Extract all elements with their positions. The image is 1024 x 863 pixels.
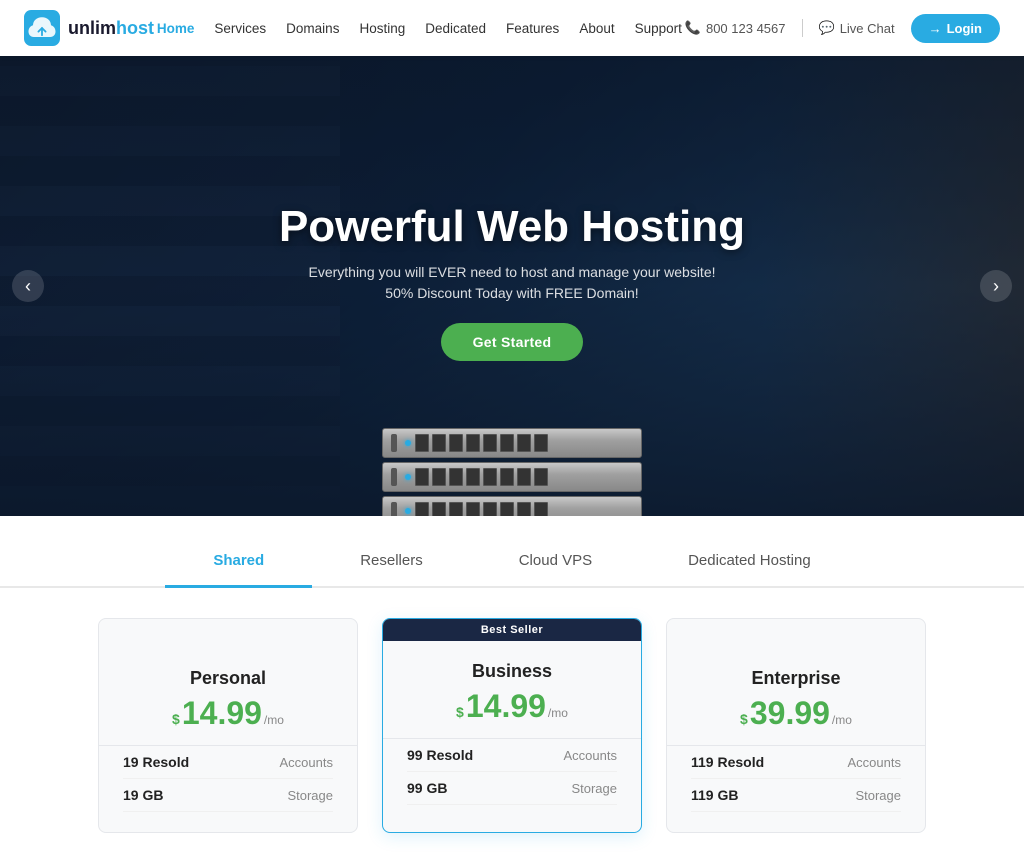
feature-row-enterprise-storage: 119 GB Storage xyxy=(691,779,901,812)
nav-dedicated[interactable]: Dedicated xyxy=(425,21,486,36)
server-unit-1 xyxy=(382,428,642,458)
card-price-personal: $ 14.99 /mo xyxy=(123,697,333,729)
arrow-left-icon: ‹ xyxy=(25,276,31,297)
logo-text: unlimhost xyxy=(68,18,154,39)
server-led-3 xyxy=(405,508,411,514)
price-amount-enterprise: 39.99 xyxy=(750,697,830,729)
card-body-business: Business $ 14.99 /mo 99 Resold Accounts … xyxy=(383,641,641,805)
feature-label-personal-accounts: Accounts xyxy=(280,755,333,770)
card-title-business: Business xyxy=(407,661,617,682)
nav-domains[interactable]: Domains xyxy=(286,21,339,36)
feature-label-enterprise-accounts: Accounts xyxy=(848,755,901,770)
server-bays-3 xyxy=(415,502,633,516)
tab-dedicated-hosting[interactable]: Dedicated Hosting xyxy=(640,536,859,588)
nav-hosting[interactable]: Hosting xyxy=(359,21,405,36)
header-divider xyxy=(802,19,803,37)
card-price-business: $ 14.99 /mo xyxy=(407,690,617,722)
server-bays-1 xyxy=(415,434,633,452)
hero-section: ‹ Powerful Web Hosting Everything you wi… xyxy=(0,56,1024,516)
feature-value-business-accounts: 99 Resold xyxy=(407,747,473,763)
nav-services[interactable]: Services xyxy=(214,21,266,36)
chat-icon: 💬 xyxy=(819,20,835,36)
pricing-card-business: Best Seller Business $ 14.99 /mo 99 Reso… xyxy=(382,618,642,833)
login-icon: → xyxy=(929,21,942,36)
nav-features[interactable]: Features xyxy=(506,21,559,36)
price-period-business: /mo xyxy=(548,706,568,720)
carousel-prev-button[interactable]: ‹ xyxy=(12,270,44,302)
pricing-card-enterprise: Enterprise $ 39.99 /mo 119 Resold Accoun… xyxy=(666,618,926,833)
card-spacer-enterprise xyxy=(667,619,925,648)
header: unlimhost Home Services Domains Hosting … xyxy=(0,0,1024,56)
feature-row-enterprise-accounts: 119 Resold Accounts xyxy=(691,746,901,779)
header-right: 📞 800 123 4567 💬 Live Chat → Login xyxy=(685,14,1000,43)
feature-row-personal-storage: 19 GB Storage xyxy=(123,779,333,812)
nav-about[interactable]: About xyxy=(579,21,614,36)
tab-cloud-vps[interactable]: Cloud VPS xyxy=(471,536,640,588)
price-amount-business: 14.99 xyxy=(466,690,546,722)
price-dollar-enterprise: $ xyxy=(740,711,748,727)
nav-support[interactable]: Support xyxy=(635,21,682,36)
server-led-1 xyxy=(405,440,411,446)
feature-value-personal-storage: 19 GB xyxy=(123,787,163,803)
feature-row-business-storage: 99 GB Storage xyxy=(407,772,617,805)
tab-resellers[interactable]: Resellers xyxy=(312,536,471,588)
pricing-card-personal: Personal $ 14.99 /mo 19 Resold Accounts … xyxy=(98,618,358,833)
server-unit-3 xyxy=(382,496,642,516)
logo-icon xyxy=(24,10,60,46)
feature-label-personal-storage: Storage xyxy=(287,788,333,803)
card-price-enterprise: $ 39.99 /mo xyxy=(691,697,901,729)
price-period-personal: /mo xyxy=(264,713,284,727)
hero-subtitle: Everything you will EVER need to host an… xyxy=(279,264,745,280)
server-unit-2 xyxy=(382,462,642,492)
pricing-section: Personal $ 14.99 /mo 19 Resold Accounts … xyxy=(0,588,1024,863)
server-led-2 xyxy=(405,474,411,480)
main-nav: Home Services Domains Hosting Dedicated … xyxy=(157,21,682,36)
hero-content: Powerful Web Hosting Everything you will… xyxy=(279,202,745,361)
card-title-enterprise: Enterprise xyxy=(691,668,901,689)
arrow-right-icon: › xyxy=(993,276,999,297)
price-amount-personal: 14.99 xyxy=(182,697,262,729)
get-started-button[interactable]: Get Started xyxy=(441,323,584,361)
card-body-enterprise: Enterprise $ 39.99 /mo 119 Resold Accoun… xyxy=(667,648,925,812)
price-period-enterprise: /mo xyxy=(832,713,852,727)
pricing-grid: Personal $ 14.99 /mo 19 Resold Accounts … xyxy=(60,618,964,833)
feature-value-personal-accounts: 19 Resold xyxy=(123,754,189,770)
tabs-bar: Shared Resellers Cloud VPS Dedicated Hos… xyxy=(0,516,1024,588)
best-seller-badge: Best Seller xyxy=(383,619,641,641)
server-illustration xyxy=(382,428,642,516)
price-dollar-business: $ xyxy=(456,704,464,720)
feature-value-enterprise-accounts: 119 Resold xyxy=(691,754,764,770)
hero-subtitle2: 50% Discount Today with FREE Domain! xyxy=(279,285,745,301)
live-chat-button[interactable]: 💬 Live Chat xyxy=(819,20,895,36)
price-dollar-personal: $ xyxy=(172,711,180,727)
tab-shared[interactable]: Shared xyxy=(165,536,312,588)
login-button[interactable]: → Login xyxy=(911,14,1000,43)
feature-label-business-storage: Storage xyxy=(571,781,617,796)
tabs-section: Shared Resellers Cloud VPS Dedicated Hos… xyxy=(0,516,1024,588)
hero-title: Powerful Web Hosting xyxy=(279,202,745,252)
card-title-personal: Personal xyxy=(123,668,333,689)
phone-icon: 📞 xyxy=(685,20,701,36)
logo[interactable]: unlimhost xyxy=(24,10,154,46)
server-bays-2 xyxy=(415,468,633,486)
phone-number: 📞 800 123 4567 xyxy=(685,20,786,36)
feature-value-business-storage: 99 GB xyxy=(407,780,447,796)
card-body-personal: Personal $ 14.99 /mo 19 Resold Accounts … xyxy=(99,648,357,812)
card-spacer-personal xyxy=(99,619,357,648)
feature-row-personal-accounts: 19 Resold Accounts xyxy=(123,746,333,779)
feature-label-enterprise-storage: Storage xyxy=(855,788,901,803)
feature-row-business-accounts: 99 Resold Accounts xyxy=(407,739,617,772)
nav-home[interactable]: Home xyxy=(157,21,195,36)
carousel-next-button[interactable]: › xyxy=(980,270,1012,302)
feature-value-enterprise-storage: 119 GB xyxy=(691,787,738,803)
feature-label-business-accounts: Accounts xyxy=(564,748,617,763)
